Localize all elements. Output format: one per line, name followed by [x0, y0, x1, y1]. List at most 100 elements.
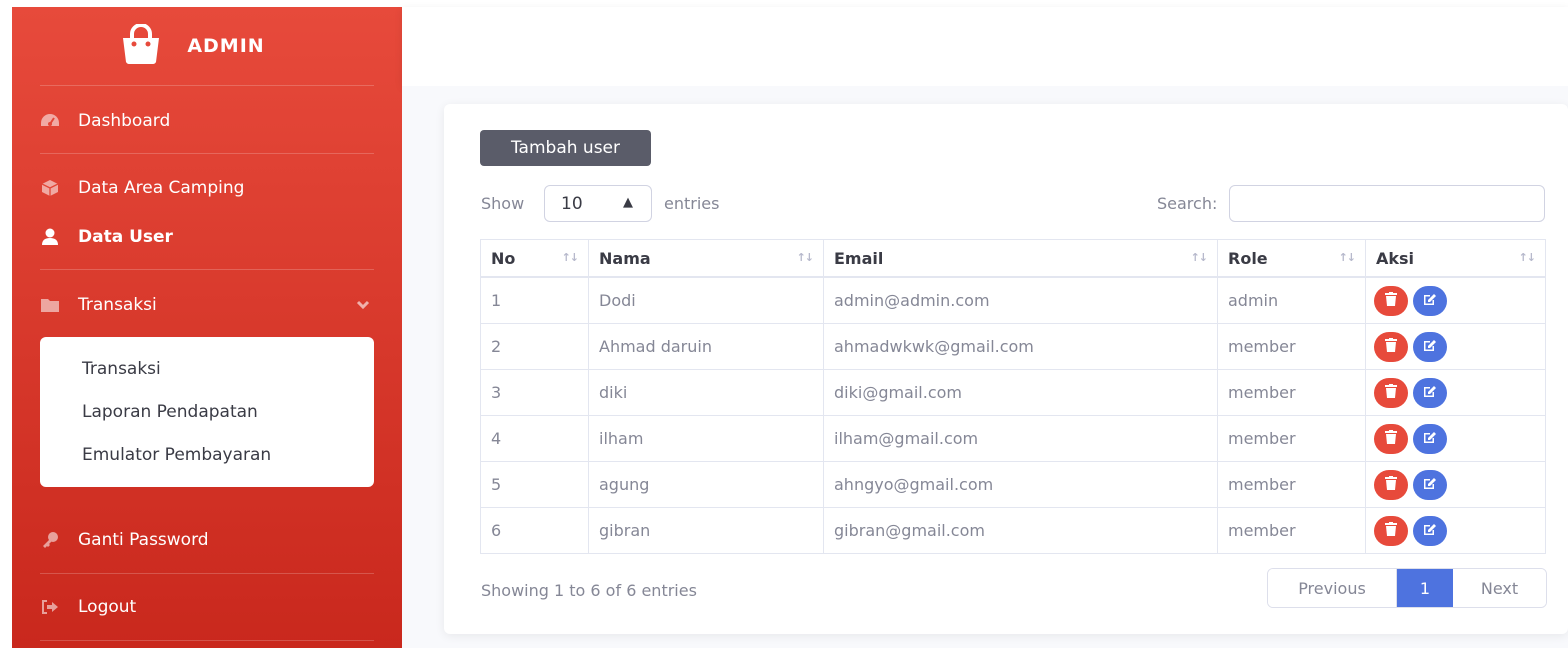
cell-nama: Dodi	[588, 276, 824, 324]
edit-button[interactable]	[1413, 515, 1447, 546]
pagination: Previous 1 Next	[1267, 568, 1547, 608]
edit-icon	[1423, 337, 1438, 356]
cell-email: ahmadwkwk@gmail.com	[823, 323, 1218, 370]
sidebar-item-dashboard[interactable]: Dashboard	[12, 107, 170, 135]
cell-nama: Ahmad daruin	[588, 323, 824, 370]
edit-icon	[1423, 429, 1438, 448]
cell-aksi	[1365, 461, 1546, 508]
cell-role: member	[1217, 461, 1366, 508]
cell-nama: agung	[588, 461, 824, 508]
submenu-item-emulator-pembayaran[interactable]: Emulator Pembayaran	[82, 445, 271, 465]
topbar	[402, 7, 1568, 86]
edit-icon	[1423, 521, 1438, 540]
sidebar-divider	[40, 640, 374, 641]
entries-select[interactable]: 10 ▲	[544, 185, 652, 222]
trash-icon	[1385, 383, 1397, 402]
cell-aksi	[1365, 276, 1546, 324]
sort-icon: ↑↓	[1190, 251, 1208, 264]
show-label: Show	[481, 194, 525, 213]
delete-button[interactable]	[1374, 423, 1408, 454]
sort-icon: ↑↓	[561, 251, 579, 264]
cell-email: ilham@gmail.com	[823, 415, 1218, 462]
cube-icon	[40, 179, 60, 197]
submenu-item-transaksi[interactable]: Transaksi	[82, 359, 161, 379]
cell-no: 1	[480, 276, 589, 324]
column-header-label: Email	[834, 248, 884, 268]
sidebar: ADMIN Dashboard Data Area Camping Data U…	[12, 7, 402, 648]
column-header-aksi[interactable]: Aksi ↑↓	[1365, 239, 1546, 278]
column-header-label: Nama	[599, 248, 651, 268]
table-header-row: No ↑↓ Nama ↑↓ Email ↑↓ Role ↑↓ Aksi ↑↓	[480, 239, 1546, 278]
tachometer-icon	[40, 113, 60, 129]
pagination-page-current[interactable]: 1	[1397, 569, 1453, 607]
cell-no: 3	[480, 369, 589, 416]
cell-role: member	[1217, 507, 1366, 554]
cell-email: diki@gmail.com	[823, 369, 1218, 416]
cell-email: gibran@gmail.com	[823, 507, 1218, 554]
select-arrows-icon: ▲	[623, 195, 633, 210]
cell-role: admin	[1217, 276, 1366, 324]
cell-nama: ilham	[588, 415, 824, 462]
column-header-label: Role	[1228, 248, 1268, 268]
sidebar-brand[interactable]: ADMIN	[12, 7, 402, 85]
trash-icon	[1385, 521, 1397, 540]
user-icon	[40, 228, 60, 246]
delete-button[interactable]	[1374, 285, 1408, 316]
cell-no: 6	[480, 507, 589, 554]
column-header-email[interactable]: Email ↑↓	[823, 239, 1218, 278]
sidebar-divider	[40, 153, 374, 154]
column-header-nama[interactable]: Nama ↑↓	[588, 239, 824, 278]
cell-nama: diki	[588, 369, 824, 416]
sign-out-icon	[40, 599, 60, 615]
edit-button[interactable]	[1413, 331, 1447, 362]
cell-role: member	[1217, 323, 1366, 370]
cell-aksi	[1365, 415, 1546, 462]
cell-role: member	[1217, 369, 1366, 416]
edit-button[interactable]	[1413, 469, 1447, 500]
delete-button[interactable]	[1374, 515, 1408, 546]
sidebar-item-label: Data Area Camping	[78, 178, 245, 198]
cell-email: ahngyo@gmail.com	[823, 461, 1218, 508]
folder-icon	[40, 297, 60, 313]
sidebar-divider	[40, 573, 374, 574]
users-table: No ↑↓ Nama ↑↓ Email ↑↓ Role ↑↓ Aksi ↑↓ 1 Dodi…	[480, 239, 1546, 554]
cell-role: member	[1217, 415, 1366, 462]
sidebar-item-data-area-camping[interactable]: Data Area Camping	[12, 174, 244, 202]
shopping-bag-icon	[119, 23, 163, 68]
sidebar-item-label: Transaksi	[78, 295, 157, 315]
sidebar-divider	[40, 269, 374, 270]
sidebar-item-data-user[interactable]: Data User	[12, 223, 173, 251]
cell-aksi	[1365, 323, 1546, 370]
delete-button[interactable]	[1374, 469, 1408, 500]
sidebar-item-logout[interactable]: Logout	[12, 593, 136, 621]
sidebar-item-ganti-password[interactable]: Ganti Password	[12, 526, 209, 554]
pagination-next[interactable]: Next	[1453, 569, 1546, 607]
cell-email: admin@admin.com	[823, 276, 1218, 324]
table-row: 5 agung ahngyo@gmail.com member	[480, 461, 1546, 508]
delete-button[interactable]	[1374, 377, 1408, 408]
sidebar-item-transaksi[interactable]: Transaksi	[12, 291, 402, 319]
edit-icon	[1423, 475, 1438, 494]
edit-button[interactable]	[1413, 377, 1447, 408]
delete-button[interactable]	[1374, 331, 1408, 362]
add-user-button[interactable]: Tambah user	[480, 130, 651, 166]
trash-icon	[1385, 429, 1397, 448]
cell-aksi	[1365, 369, 1546, 416]
table-info: Showing 1 to 6 of 6 entries	[481, 581, 697, 600]
cell-aksi	[1365, 507, 1546, 554]
sort-icon: ↑↓	[796, 251, 814, 264]
column-header-no[interactable]: No ↑↓	[480, 239, 589, 278]
column-header-role[interactable]: Role ↑↓	[1217, 239, 1366, 278]
edit-icon	[1423, 383, 1438, 402]
cell-no: 4	[480, 415, 589, 462]
trash-icon	[1385, 337, 1397, 356]
sidebar-item-label: Dashboard	[78, 111, 171, 131]
pagination-previous[interactable]: Previous	[1268, 569, 1397, 607]
column-header-label: Aksi	[1376, 248, 1415, 268]
edit-button[interactable]	[1413, 285, 1447, 316]
entries-value: 10	[561, 193, 583, 214]
table-row: 3 diki diki@gmail.com member	[480, 369, 1546, 416]
search-input[interactable]	[1229, 185, 1545, 222]
submenu-item-laporan-pendapatan[interactable]: Laporan Pendapatan	[82, 402, 258, 422]
edit-button[interactable]	[1413, 423, 1447, 454]
